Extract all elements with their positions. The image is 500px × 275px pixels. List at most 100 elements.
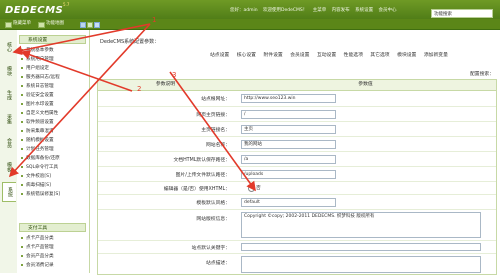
hide-menu-button[interactable]: 隐藏菜单 [13, 21, 31, 27]
site-name-input[interactable]: 我的网站 [241, 140, 336, 149]
menu-item-software-channel[interactable]: 软件频道设置 [21, 119, 87, 127]
table-row: 网站版权信息： Copyright ©copy; 2002-2011 DEDEC… [98, 210, 496, 241]
description-textarea[interactable] [241, 256, 481, 273]
color-theme-icon-2[interactable] [87, 22, 93, 28]
table-row: 编辑器（是/否）使用XHTML： 否 [98, 182, 496, 195]
vtab-module[interactable]: 模块 [2, 62, 15, 80]
row-label: 模板默认风格： [196, 201, 230, 206]
table-row: 站点默认关键字： [98, 241, 496, 254]
html-path-input[interactable]: /a [241, 155, 336, 164]
menu-item-virus-scan[interactable]: 病毒扫描[S] [21, 182, 87, 190]
row-label: 站点默认关键字： [191, 246, 230, 251]
row-label: 图片/上传文件默认路径： [175, 173, 230, 178]
main-menu-link[interactable]: 主菜单 [313, 8, 327, 13]
keywords-input[interactable] [241, 243, 481, 251]
row-label: 网站名称： [206, 143, 230, 148]
site-root-url-input[interactable]: http://www.seo123.win [241, 94, 336, 103]
menu-item-card-category[interactable]: 点卡产品分类 [21, 235, 87, 243]
table-row: 站点根网址： http://www.seo123.win [98, 91, 496, 107]
config-table: 参数说明 参数值 站点根网址： http://www.seo123.win 网页… [97, 79, 497, 275]
menu-item-system-log[interactable]: 系统日志管理 [21, 83, 87, 91]
menu-item-member-record[interactable]: 会员消费记录 [21, 262, 87, 270]
row-label: 主页链接名： [201, 128, 230, 133]
welcome-text: 欢迎使用DedeCMS！ [263, 8, 308, 13]
menu-item-sql-tool[interactable]: SQL命令行工具 [21, 164, 87, 172]
table-row: 网页主页链接： / [98, 107, 496, 122]
tab-module-settings[interactable]: 模块设置 [397, 53, 416, 58]
tab-member-settings[interactable]: 会员设置 [290, 53, 309, 58]
row-label: 文档HTML默认保存路径： [173, 158, 230, 163]
greeting-text: 您好：admin [230, 8, 258, 13]
row-label: 编辑器（是/否）使用XHTML： [163, 187, 230, 192]
vertical-tab-bar: 核心 模块 生成 采集 会员 模板 系统 [0, 30, 18, 273]
menu-item-basic-params[interactable]: 系统基本参数 [21, 47, 87, 55]
header-param-value: 参数值 [358, 82, 373, 87]
row-label: 站点根网址： [201, 97, 230, 102]
menu-item-db-backup[interactable]: 数据库备份/还原 [21, 155, 87, 163]
tab-site-settings[interactable]: 站点设置 [210, 53, 229, 58]
row-label: 站点描述： [206, 261, 230, 266]
page-title: DedeCMS系统配置参数： [100, 39, 160, 45]
dedecms-logo: DEDECMS [5, 5, 64, 16]
row-label: 网站版权信息： [196, 217, 230, 222]
menu-section-payment[interactable]: 支付工具 [19, 223, 86, 232]
table-row: 文档HTML默认保存路径： /a [98, 152, 496, 167]
system-settings-link[interactable]: 系统设置 [355, 8, 373, 13]
menu-item-security[interactable]: 验证安全设置 [21, 92, 87, 100]
menu-item-server-log[interactable]: 服务器日志/远程 [21, 74, 87, 82]
table-row: 网站名称： 我的网站 [98, 137, 496, 152]
vtab-collect[interactable]: 采集 [2, 110, 15, 128]
menu-item-user-manage[interactable]: 系统用户管理 [21, 56, 87, 64]
top-links: 您好：admin 欢迎使用DedeCMS！ 主菜单 内容发布 系统设置 会员中心 [230, 7, 440, 15]
menu-section-system-settings[interactable]: 系统设置 [19, 35, 86, 44]
menu-item-member-product[interactable]: 会员产品分类 [21, 253, 87, 261]
table-header: 参数说明 参数值 [98, 80, 496, 91]
function-search-input[interactable]: 功能搜索 [431, 9, 493, 18]
table-row: 模板默认风格： default [98, 195, 496, 210]
config-tabs: 站点设置 核心设置 附件设置 会员设置 互动设置 性能选项 其它选项 模块设置 … [210, 52, 498, 60]
version-label: 5.7 [63, 2, 70, 7]
tab-performance[interactable]: 性能选项 [344, 53, 363, 58]
xhtml-radio[interactable] [248, 185, 255, 192]
menu-item-random-template[interactable]: 随机模板设置 [21, 137, 87, 145]
menu-item-file-check[interactable]: 文件校验[S] [21, 173, 87, 181]
menu-item-error-fix[interactable]: 系统错误修复[S] [21, 191, 87, 199]
upload-path-input[interactable]: /uploads [241, 170, 336, 179]
sub-toolbar: 隐藏菜单 功能地图 [0, 19, 500, 29]
homepage-link-input[interactable]: / [241, 110, 336, 119]
vtab-core[interactable]: 核心 [2, 38, 15, 56]
color-theme-icon-1[interactable] [80, 22, 86, 28]
content-publish-link[interactable]: 内容发布 [332, 8, 350, 13]
menu-item-anti-collect[interactable]: 防采集串混淆 [21, 128, 87, 136]
member-center-link[interactable]: 会员中心 [379, 8, 397, 13]
menu-item-watermark[interactable]: 图片水印设置 [21, 101, 87, 109]
table-row: 主页链接名： 主页 [98, 122, 496, 137]
config-search-label: 配置搜索： [470, 72, 494, 77]
xhtml-radio-label: 否 [256, 186, 261, 191]
vtab-template[interactable]: 模板 [2, 158, 15, 176]
tab-attachment-settings[interactable]: 附件设置 [263, 53, 282, 58]
left-menu: 系统设置 系统基本参数 系统用户管理 用户组设定 服务器日志/远程 系统日志管理… [17, 30, 90, 273]
row-label: 网页主页链接： [196, 113, 230, 118]
menu-item-card-manage[interactable]: 点卡产品管理 [21, 244, 87, 252]
tab-interaction-settings[interactable]: 互动设置 [317, 53, 336, 58]
function-map-icon[interactable] [38, 22, 45, 28]
tab-add-variable[interactable]: 添加新变量 [424, 53, 448, 58]
table-row: 图片/上传文件默认路径： /uploads [98, 167, 496, 182]
menu-item-custom-attr[interactable]: 自定义文档属性 [21, 110, 87, 118]
template-style-input[interactable]: default [241, 198, 336, 207]
homepage-name-input[interactable]: 主页 [241, 125, 336, 134]
hide-menu-icon[interactable] [5, 22, 12, 28]
vtab-generate[interactable]: 生成 [2, 86, 15, 104]
menu-item-cron[interactable]: 计划任务管理 [21, 146, 87, 154]
vtab-system[interactable]: 系统 [2, 182, 16, 202]
tab-core-settings[interactable]: 核心设置 [237, 53, 256, 58]
vtab-member[interactable]: 会员 [2, 134, 15, 152]
function-map-button[interactable]: 功能地图 [46, 21, 64, 27]
copyright-textarea[interactable]: Copyright ©copy; 2002-2011 DEDECMS. 织梦科技… [241, 212, 481, 238]
tab-other-options[interactable]: 其它选项 [370, 53, 389, 58]
color-theme-icon-3[interactable] [94, 22, 100, 28]
menu-item-user-group[interactable]: 用户组设定 [21, 65, 87, 73]
header-param-desc: 参数说明 [155, 82, 176, 87]
table-row: 站点描述： [98, 254, 496, 274]
